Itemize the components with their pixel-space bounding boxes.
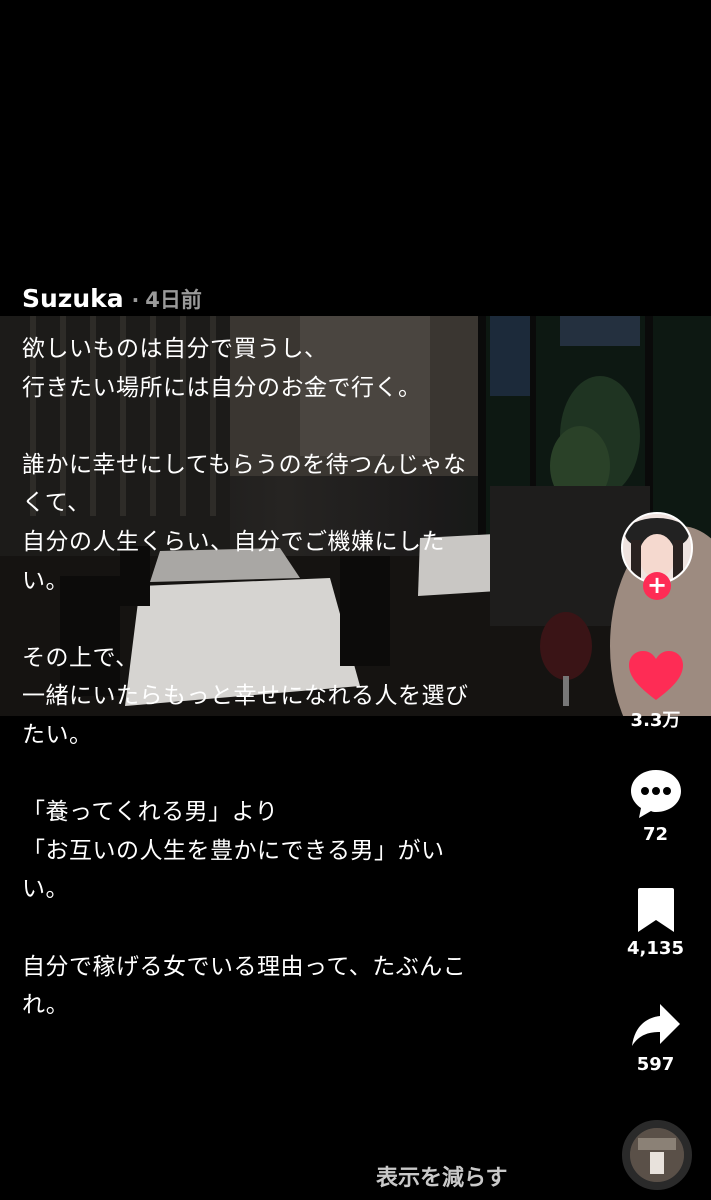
action-rail: + 3.3万 72 4,135 597 [600,0,711,1200]
like-count: 3.3万 [630,710,681,731]
post-time: 4日前 [145,288,202,312]
author-name[interactable]: Suzuka [22,284,124,313]
bookmark-icon[interactable] [636,886,676,934]
music-disc[interactable] [622,1120,692,1190]
comment-bubble-icon[interactable] [629,768,683,820]
show-less-button[interactable]: 表示を減らす [376,1160,508,1192]
author-line: Suzuka · 4日前 [22,284,202,318]
share-action[interactable]: 597 [600,1002,711,1075]
caption-text: 欲しいものは自分で買うし、 行きたい場所には自分のお金で行く。 誰かに幸せにして… [22,336,469,1019]
heart-icon[interactable] [627,650,685,702]
bookmark-action[interactable]: 4,135 [600,886,711,959]
comment-action[interactable]: 72 [600,768,711,845]
share-count: 597 [636,1054,675,1075]
bookmark-count: 4,135 [627,938,684,959]
like-action[interactable]: 3.3万 [600,650,711,732]
share-arrow-icon[interactable] [630,1002,682,1050]
music-disc-art [630,1128,684,1182]
meta-separator: · [131,288,140,312]
creator-avatar-wrap[interactable]: + [621,512,693,600]
comment-count: 72 [642,824,669,845]
follow-plus-icon[interactable]: + [643,572,671,600]
